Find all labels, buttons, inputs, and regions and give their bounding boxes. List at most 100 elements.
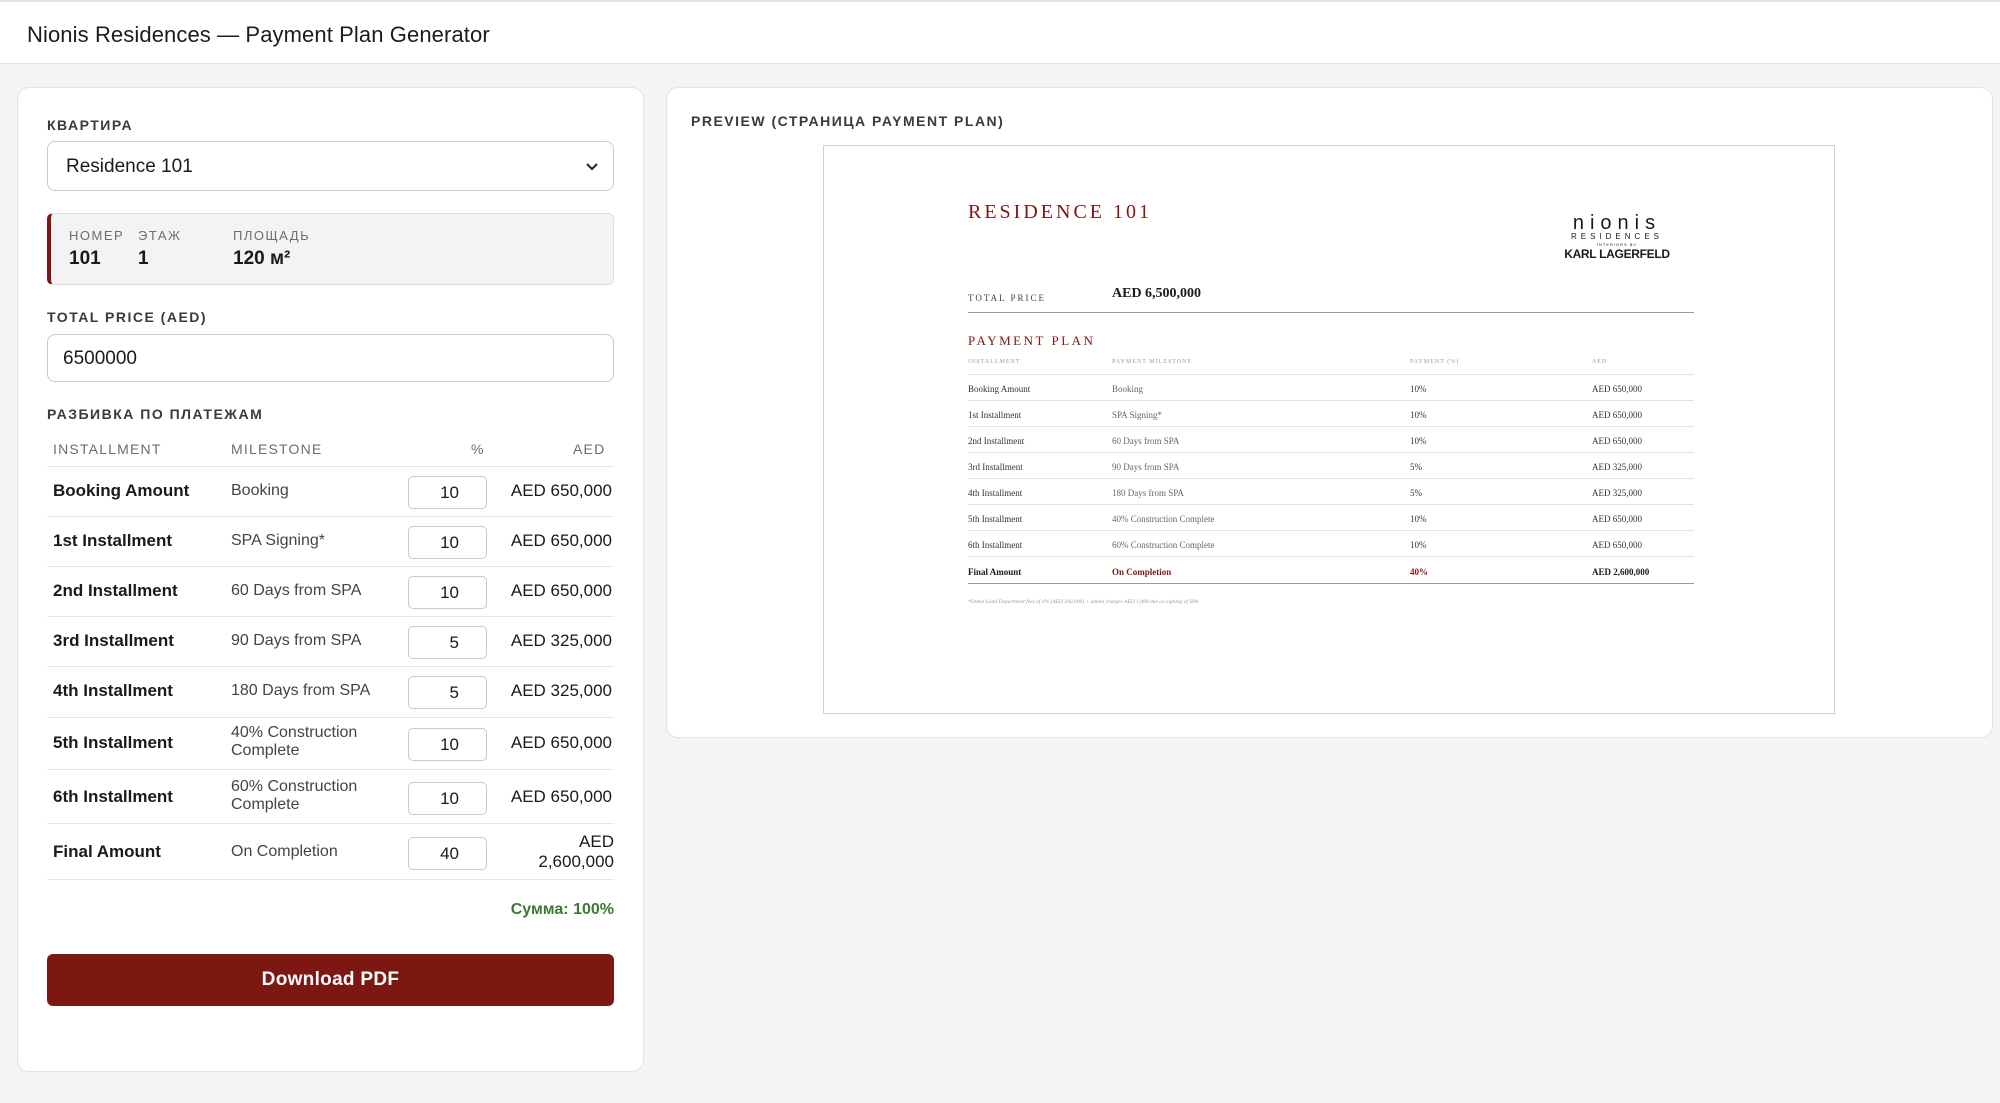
row-divider — [47, 769, 614, 770]
header-divider — [47, 466, 614, 467]
row-divider — [47, 666, 614, 667]
preview-row-installment: 5th Installment — [968, 514, 1023, 524]
row-divider — [47, 879, 614, 880]
preview-label: PREVIEW (СТРАНИЦА PAYMENT PLAN) — [691, 113, 1005, 129]
breakdown-label: РАЗБИВКА ПО ПЛАТЕЖАМ — [47, 406, 264, 422]
row-aed: AED 650,000 — [510, 531, 612, 550]
row-installment: 2nd Installment — [53, 581, 178, 600]
row-pct-input[interactable]: 10 — [408, 526, 487, 559]
preview-row-installment: 4th Installment — [968, 488, 1023, 498]
info-label: НОМЕР — [69, 228, 125, 243]
preview-column-installment: INSTALLMENT — [968, 359, 1021, 365]
row-pct-input[interactable]: 40 — [408, 837, 487, 870]
preview-row-installment: 3rd Installment — [968, 462, 1023, 472]
preview-total-price-value: AED 6,500,000 — [1112, 286, 1202, 301]
logo-line: nionis — [1572, 212, 1662, 234]
row-divider — [47, 616, 614, 617]
preview-row-pct: 40% — [1410, 567, 1428, 577]
preview-row-aed: AED 650,000 — [1592, 540, 1642, 550]
row-milestone: SPA Signing* — [231, 532, 325, 549]
row-installment: 3rd Installment — [53, 631, 174, 650]
apartment-info-card: НОМЕР 101 ЭТАЖ 1 ПЛОЩАДЬ 120 м² — [47, 213, 614, 285]
row-pct-input[interactable]: 10 — [408, 782, 487, 815]
row-aed: AED 650,000 — [510, 733, 612, 752]
logo-line: RESIDENCES — [1570, 232, 1663, 241]
total-price-input[interactable]: 6500000 — [47, 334, 614, 382]
column-header-milestone: MILESTONE — [231, 441, 323, 457]
preview-row-aed: AED 650,000 — [1592, 514, 1642, 524]
nionis-logo: nionis RESIDENCES INTERIORS BY KARL LAGE… — [1564, 212, 1670, 260]
preview-row-installment: Booking Amount — [968, 384, 1031, 394]
row-aed: AED 325,000 — [510, 681, 612, 700]
form-panel: КВАРТИРА Residence 101 НОМЕР 101 ЭТАЖ 1 … — [17, 87, 644, 1072]
row-divider — [47, 516, 614, 517]
chevron-down-icon — [586, 163, 598, 171]
preview-row-aed: AED 650,000 — [1592, 384, 1642, 394]
info-label: ПЛОЩАДЬ — [233, 228, 311, 243]
row-installment: 6th Installment — [53, 787, 173, 806]
preview-row-divider — [968, 478, 1694, 479]
row-aed: AED 650,000 — [510, 481, 612, 500]
row-installment: Final Amount — [53, 842, 161, 861]
row-divider — [47, 717, 614, 718]
apartment-select-value: Residence 101 — [66, 156, 193, 177]
preview-row-aed: AED 650,000 — [1592, 436, 1642, 446]
preview-page: RESIDENCE 101 nionis RESIDENCES INTERIOR… — [823, 145, 1835, 714]
preview-row-pct: 10% — [1410, 436, 1427, 446]
row-milestone: 90 Days from SPA — [231, 632, 362, 649]
preview-row-divider — [968, 426, 1694, 427]
app-title: Nionis Residences — Payment Plan Generat… — [27, 22, 490, 47]
row-installment: 5th Installment — [53, 733, 173, 752]
preview-row-milestone: 90 Days from SPA — [1112, 462, 1180, 472]
row-divider — [47, 566, 614, 567]
preview-row-milestone: Booking — [1112, 384, 1144, 394]
preview-row-pct: 5% — [1410, 488, 1422, 498]
total-price-value: 6500000 — [63, 348, 137, 369]
preview-row-divider — [968, 504, 1694, 505]
preview-row-pct: 10% — [1410, 410, 1427, 420]
column-header-pct: % — [471, 441, 485, 457]
preview-divider — [968, 583, 1694, 584]
download-pdf-button[interactable]: Download PDF — [47, 954, 614, 1006]
row-divider — [47, 823, 614, 824]
row-aed: AED 650,000 — [510, 581, 612, 600]
column-header-installment: INSTALLMENT — [53, 441, 162, 457]
preview-row-pct: 5% — [1410, 462, 1422, 472]
row-pct-input[interactable]: 10 — [408, 576, 487, 609]
info-value: 101 — [69, 248, 101, 269]
preview-total-price-label: TOTAL PRICE — [968, 293, 1047, 303]
row-installment: Booking Amount — [53, 481, 190, 500]
preview-row-divider — [968, 556, 1694, 557]
preview-row-milestone: 40% Construction Complete — [1112, 514, 1215, 524]
preview-row-aed: AED 650,000 — [1592, 410, 1642, 420]
preview-row-pct: 10% — [1410, 540, 1427, 550]
row-pct-input[interactable]: 5 — [408, 676, 487, 709]
info-number: НОМЕР 101 — [69, 228, 124, 270]
row-milestone: Booking — [231, 482, 289, 499]
preview-panel: PREVIEW (СТРАНИЦА PAYMENT PLAN) RESIDENC… — [666, 87, 1993, 738]
preview-title: RESIDENCE 101 — [968, 201, 1152, 223]
preview-row-aed: AED 2,600,000 — [1592, 567, 1650, 577]
preview-column-milestone: PAYMENT MILESTONE — [1112, 359, 1193, 365]
preview-row-installment: Final Amount — [968, 567, 1022, 577]
row-aed: AED 325,000 — [510, 631, 612, 650]
preview-row-milestone: 60 Days from SPA — [1112, 436, 1180, 446]
total-price-label: TOTAL PRICE (AED) — [47, 309, 208, 325]
preview-row-divider — [968, 452, 1694, 453]
row-pct-input[interactable]: 5 — [408, 626, 487, 659]
preview-row-installment: 1st Installment — [968, 410, 1022, 420]
apartment-select[interactable]: Residence 101 — [47, 141, 614, 191]
info-floor: ЭТАЖ 1 — [138, 228, 182, 270]
preview-row-milestone: SPA Signing* — [1112, 410, 1162, 420]
row-milestone: On Completion — [231, 843, 338, 860]
row-pct-input[interactable]: 10 — [408, 476, 487, 509]
row-pct-input[interactable]: 10 — [408, 728, 487, 761]
preview-plan-title: PAYMENT PLAN — [968, 333, 1096, 348]
row-installment: 4th Installment — [53, 681, 173, 700]
preview-row-divider — [968, 530, 1694, 531]
row-aed: AED 650,000 — [510, 787, 612, 806]
preview-footnote: *Dubai Land Department fees of 4% (AED 2… — [968, 599, 1199, 605]
preview-row-milestone: On Completion — [1112, 567, 1172, 577]
apartment-label: КВАРТИРА — [47, 117, 134, 133]
info-area: ПЛОЩАДЬ 120 м² — [233, 228, 310, 270]
